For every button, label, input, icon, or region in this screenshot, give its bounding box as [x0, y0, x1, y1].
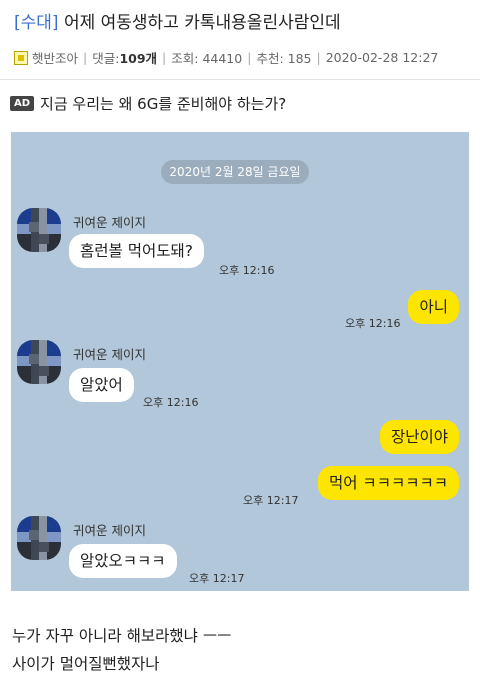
- recommend-count: 추천: 185: [256, 51, 312, 66]
- comments-count[interactable]: 109개: [119, 48, 157, 67]
- ad-banner[interactable]: AD 지금 우리는 왜 6G를 준비해야 하는가?: [10, 93, 286, 114]
- message-time: 오후 12:16: [219, 264, 275, 277]
- sender-name: 귀여운 제이지: [73, 523, 146, 538]
- ad-text[interactable]: 지금 우리는 왜 6G를 준비해야 하는가?: [40, 93, 286, 114]
- chat-screenshot: 2020년 2월 28일 금요일 귀여운 제이지 홈런볼 먹어도돼? 오후 12…: [11, 132, 469, 591]
- sender-name: 귀여운 제이지: [73, 215, 146, 230]
- incoming-message: 홈런볼 먹어도돼?: [69, 234, 204, 268]
- view-count: 조회: 44410: [171, 51, 243, 66]
- post-title[interactable]: [수대] 어제 여동생하고 카톡내용올린사람인데: [14, 8, 341, 33]
- post-category[interactable]: [수대]: [14, 13, 59, 33]
- message-time: 오후 12:16: [143, 396, 199, 409]
- message-time: 오후 12:16: [345, 317, 401, 330]
- post-meta: 햇반조아 | 댓글: 109개 | 조회: 44410 | 추천: 185 | …: [14, 48, 438, 67]
- meta-separator: |: [247, 50, 252, 65]
- incoming-message: 알았오ㅋㅋㅋ: [69, 544, 177, 578]
- outgoing-message: 장난이야: [379, 420, 459, 454]
- message-time: 오후 12:17: [243, 494, 299, 507]
- meta-separator: |: [162, 50, 167, 65]
- avatar: [17, 340, 61, 384]
- header-divider: [0, 79, 480, 80]
- post-datetime: 2020-02-28 12:27: [325, 50, 439, 65]
- meta-separator: |: [83, 50, 88, 65]
- post-author[interactable]: 햇반조아: [32, 48, 78, 67]
- outgoing-message: 먹어 ㅋㅋㅋㅋㅋㅋ: [317, 466, 459, 500]
- comments-label: 댓글:: [92, 51, 120, 66]
- outgoing-message: 아니: [408, 290, 459, 324]
- message-time: 오후 12:17: [189, 572, 245, 585]
- avatar: [17, 516, 61, 560]
- ad-badge: AD: [10, 96, 35, 111]
- meta-separator: |: [316, 50, 321, 65]
- caption-line: 사이가 멀어질뻔했자나: [12, 655, 160, 673]
- user-icon: [14, 50, 28, 65]
- post-title-text: 어제 여동생하고 카톡내용올린사람인데: [63, 13, 341, 33]
- avatar: [17, 208, 61, 252]
- incoming-message: 알았어: [69, 368, 134, 402]
- date-separator: 2020년 2월 28일 금요일: [161, 160, 309, 184]
- sender-name: 귀여운 제이지: [73, 347, 146, 362]
- caption-line: 누가 자꾸 아니라 해보라했냐 ㅡㅡ: [12, 627, 232, 645]
